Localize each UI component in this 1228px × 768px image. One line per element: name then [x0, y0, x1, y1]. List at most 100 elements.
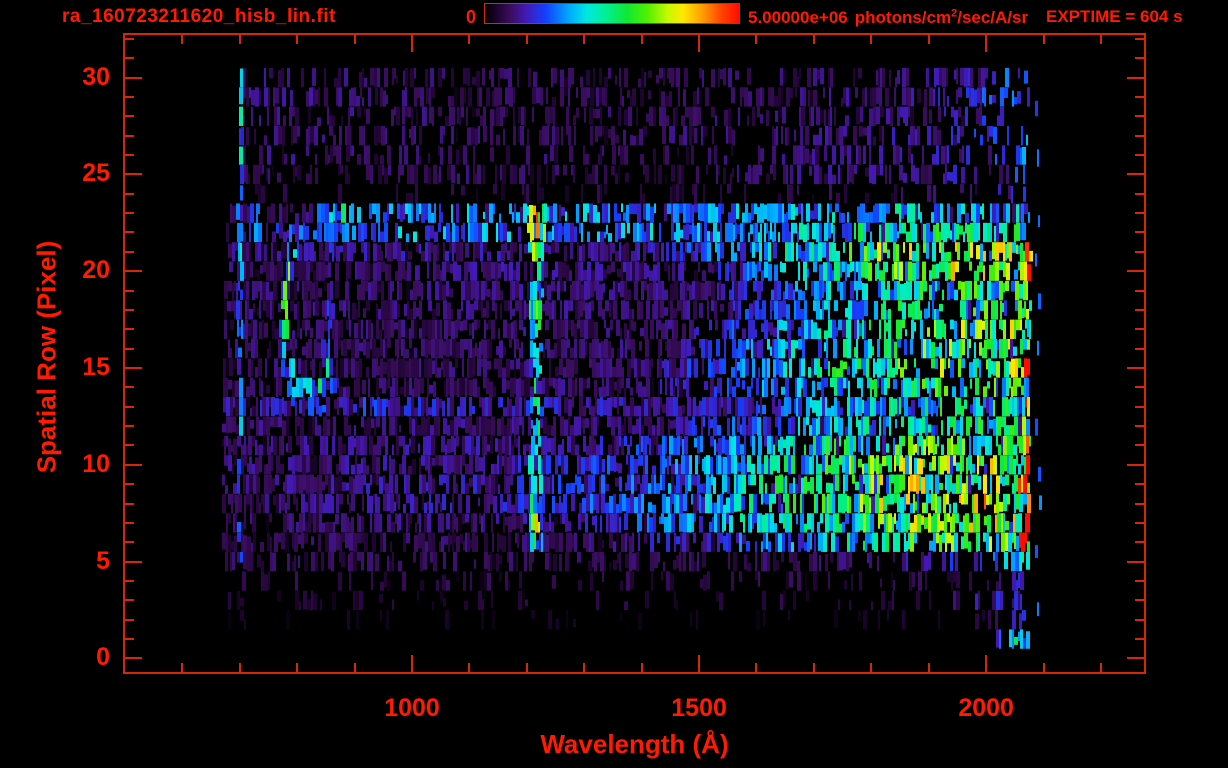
- y-minor-tick: [125, 115, 134, 117]
- x-minor-tick: [641, 663, 643, 672]
- y-minor-tick: [125, 309, 134, 311]
- y-minor-tick: [1135, 638, 1144, 640]
- x-minor-tick: [1043, 35, 1045, 44]
- filename-title: ra_160723211620_hisb_lin.fit: [62, 6, 336, 27]
- x-major-tick: [985, 35, 987, 52]
- y-minor-tick: [1135, 154, 1144, 156]
- y-minor-tick: [125, 503, 134, 505]
- spectrum-heatmap: [125, 35, 1144, 672]
- y-minor-tick: [125, 541, 134, 543]
- x-minor-tick: [928, 663, 930, 672]
- y-minor-tick: [125, 154, 134, 156]
- x-minor-tick: [468, 35, 470, 44]
- x-minor-tick: [870, 663, 872, 672]
- y-minor-tick: [125, 290, 134, 292]
- x-minor-tick: [870, 35, 872, 44]
- x-minor-tick: [296, 663, 298, 672]
- x-minor-tick: [526, 35, 528, 44]
- y-minor-tick: [1135, 541, 1144, 543]
- x-minor-tick: [296, 35, 298, 44]
- y-minor-tick: [1135, 580, 1144, 582]
- y-minor-tick: [125, 406, 134, 408]
- x-minor-tick: [181, 663, 183, 672]
- y-minor-tick: [1135, 503, 1144, 505]
- x-minor-tick: [239, 663, 241, 672]
- y-major-tick: [125, 367, 142, 369]
- x-minor-tick: [641, 35, 643, 44]
- y-tick-label: 10: [82, 449, 110, 478]
- x-major-tick: [411, 655, 413, 672]
- y-major-tick: [125, 173, 142, 175]
- y-major-tick: [1127, 173, 1144, 175]
- y-minor-tick: [1135, 309, 1144, 311]
- y-minor-tick: [1135, 386, 1144, 388]
- y-minor-tick: [1135, 406, 1144, 408]
- y-minor-tick: [125, 38, 134, 40]
- y-minor-tick: [1135, 599, 1144, 601]
- y-tick-label: 0: [96, 643, 110, 672]
- x-minor-tick: [181, 35, 183, 44]
- y-minor-tick: [1135, 193, 1144, 195]
- x-minor-tick: [1100, 663, 1102, 672]
- y-minor-tick: [1135, 290, 1144, 292]
- x-major-tick: [985, 655, 987, 672]
- colorbar-max-label: 5.00000e+06 photons/cm2/sec/A/sr: [748, 7, 1028, 28]
- x-minor-tick: [526, 663, 528, 672]
- y-minor-tick: [1135, 619, 1144, 621]
- x-axis-title: Wavelength (Å): [540, 729, 729, 759]
- x-minor-tick: [354, 35, 356, 44]
- y-minor-tick: [125, 212, 134, 214]
- x-minor-tick: [1043, 663, 1045, 672]
- y-minor-tick: [125, 386, 134, 388]
- y-minor-tick: [1135, 348, 1144, 350]
- colorbar-max-value: 5.00000e+06: [748, 7, 848, 27]
- y-minor-tick: [125, 96, 134, 98]
- y-major-tick: [1127, 270, 1144, 272]
- x-minor-tick: [755, 663, 757, 672]
- y-minor-tick: [1135, 96, 1144, 98]
- y-minor-tick: [1135, 231, 1144, 233]
- y-minor-tick: [1135, 212, 1144, 214]
- y-minor-tick: [125, 231, 134, 233]
- y-major-tick: [1127, 367, 1144, 369]
- colorbar-units: photons/cm2/sec/A/sr: [854, 7, 1029, 27]
- y-minor-tick: [1135, 57, 1144, 59]
- x-minor-tick: [928, 35, 930, 44]
- x-major-tick: [698, 655, 700, 672]
- y-minor-tick: [1135, 251, 1144, 253]
- y-minor-tick: [125, 193, 134, 195]
- y-minor-tick: [125, 619, 134, 621]
- spectral-quicklook-screen: ra_160723211620_hisb_lin.fit 0 5.00000e+…: [0, 0, 1228, 768]
- y-major-tick: [1127, 561, 1144, 563]
- x-minor-tick: [239, 35, 241, 44]
- colorbar: [484, 3, 740, 24]
- y-tick-label: 25: [82, 159, 110, 188]
- y-major-tick: [125, 77, 142, 79]
- y-minor-tick: [1135, 483, 1144, 485]
- colorbar-min-label: 0: [465, 7, 476, 27]
- x-minor-tick: [583, 35, 585, 44]
- y-minor-tick: [1135, 444, 1144, 446]
- y-minor-tick: [125, 599, 134, 601]
- y-minor-tick: [125, 444, 134, 446]
- x-tick-label: 1000: [384, 694, 440, 722]
- y-major-tick: [1127, 464, 1144, 466]
- y-minor-tick: [1135, 135, 1144, 137]
- y-major-tick: [125, 657, 142, 659]
- y-minor-tick: [125, 251, 134, 253]
- y-minor-tick: [125, 425, 134, 427]
- y-minor-tick: [125, 328, 134, 330]
- x-minor-tick: [354, 663, 356, 672]
- y-major-tick: [125, 464, 142, 466]
- x-minor-tick: [468, 663, 470, 672]
- x-minor-tick: [1100, 35, 1102, 44]
- x-tick-label: 2000: [958, 694, 1014, 722]
- y-tick-label: 5: [96, 546, 110, 575]
- y-minor-tick: [1135, 115, 1144, 117]
- y-major-tick: [125, 561, 142, 563]
- y-minor-tick: [125, 638, 134, 640]
- x-minor-tick: [813, 663, 815, 672]
- y-major-tick: [1127, 77, 1144, 79]
- y-minor-tick: [125, 348, 134, 350]
- y-tick-label: 20: [82, 256, 110, 285]
